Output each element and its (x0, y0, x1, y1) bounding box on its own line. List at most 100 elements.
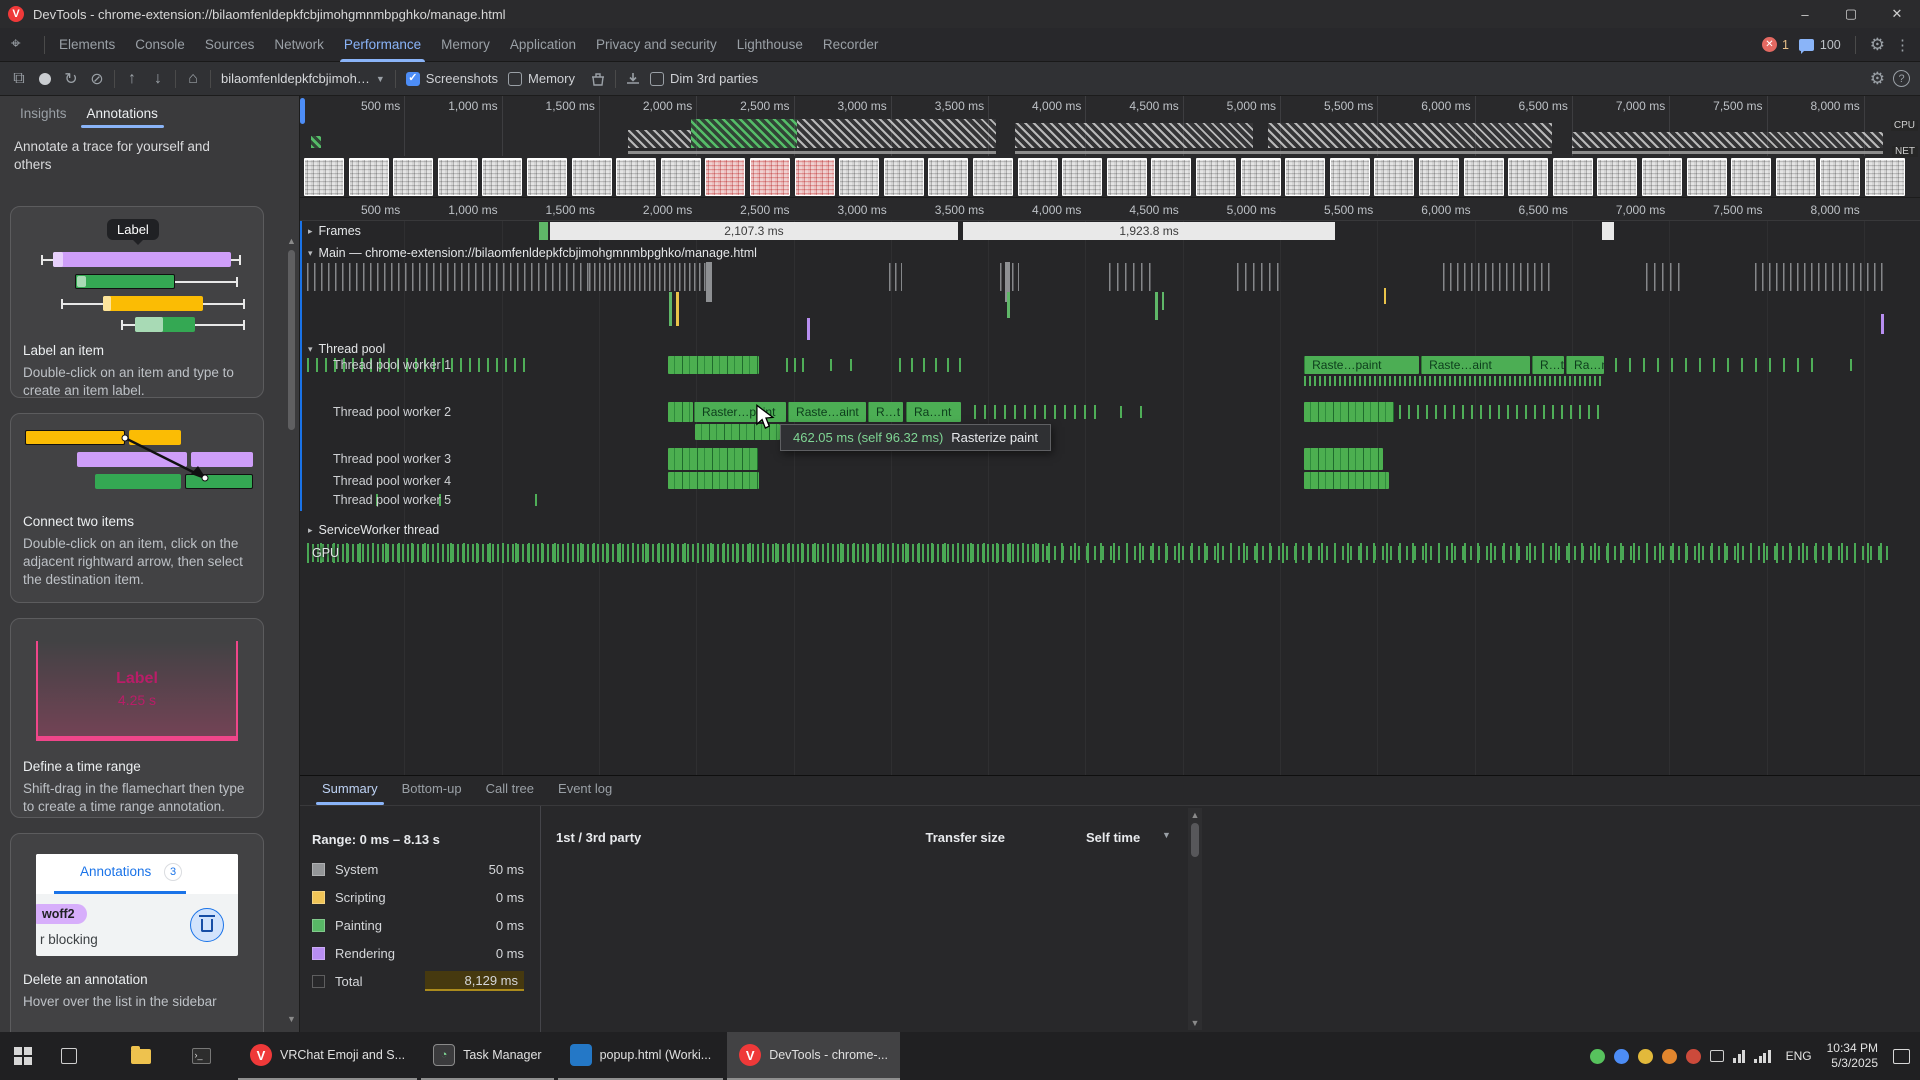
frame-duration-bar[interactable]: 1,923.8 ms (961, 222, 1335, 240)
screenshot-thumbnail[interactable] (884, 158, 924, 196)
screenshot-thumbnail[interactable] (1062, 158, 1102, 196)
worker-task-cluster[interactable] (1304, 448, 1383, 470)
tab-console[interactable]: Console (125, 28, 195, 62)
screenshot-thumbnail[interactable] (1196, 158, 1236, 196)
toggle-panel-icon[interactable]: ⧉ (6, 66, 32, 92)
clear-button[interactable]: ⊘ (84, 66, 110, 92)
screenshot-thumbnail[interactable] (1374, 158, 1414, 196)
scrollbar-thumb[interactable] (288, 250, 295, 430)
screenshot-thumbnail[interactable] (1597, 158, 1637, 196)
screenshot-thumbnail[interactable] (572, 158, 612, 196)
screenshot-thumbnail[interactable] (527, 158, 567, 196)
tab-insights[interactable]: Insights (12, 102, 75, 128)
screenshot-thumbnail[interactable] (1464, 158, 1504, 196)
taskbar-app-vscode[interactable]: popup.html (Worki... (558, 1032, 724, 1080)
taskbar-app-taskmgr[interactable]: ◔Task Manager (421, 1032, 554, 1080)
timeline-overview[interactable]: 500 ms1,000 ms1,500 ms2,000 ms2,500 ms3,… (300, 96, 1920, 198)
column-header-self-time[interactable]: Self time (1086, 830, 1140, 845)
scroll-down-icon[interactable]: ▼ (286, 1014, 297, 1024)
screenshot-filmstrip[interactable] (300, 156, 1920, 198)
worker-task-cluster[interactable] (668, 402, 693, 422)
frame-duration-bar[interactable] (1600, 222, 1614, 240)
load-profile-button[interactable]: ↑ (119, 66, 145, 92)
worker-task-cluster[interactable] (1304, 402, 1394, 422)
screenshot-thumbnail[interactable] (1820, 158, 1860, 196)
tab-lighthouse[interactable]: Lighthouse (727, 28, 813, 62)
tray-display-icon[interactable] (1710, 1050, 1724, 1062)
screenshots-checkbox[interactable]: Screenshots (406, 71, 498, 86)
screenshot-thumbnail[interactable] (1642, 158, 1682, 196)
screenshot-thumbnail[interactable] (795, 158, 835, 196)
details-tab-bottom-up[interactable]: Bottom-up (392, 776, 472, 805)
screenshot-thumbnail[interactable] (1508, 158, 1548, 196)
task-view-button[interactable] (46, 1032, 92, 1080)
screenshot-thumbnail[interactable] (1285, 158, 1325, 196)
notification-center-icon[interactable] (1893, 1049, 1910, 1064)
tray-icon-orange[interactable] (1662, 1049, 1677, 1064)
thread-pool-header[interactable]: ▾ Thread pool (308, 342, 385, 356)
main-thread-event[interactable] (1007, 292, 1010, 318)
worker-track[interactable]: Raste…paintRaste…aintR…tRa…ntThread pool… (300, 356, 1920, 396)
inspect-element-icon[interactable] (10, 35, 30, 55)
tab-performance[interactable]: Performance (334, 28, 431, 62)
main-thread-event[interactable] (669, 292, 672, 326)
gpu-track[interactable] (300, 541, 1920, 567)
start-button[interactable] (0, 1032, 46, 1080)
screenshot-thumbnail[interactable] (1553, 158, 1593, 196)
details-tab-call-tree[interactable]: Call tree (476, 776, 544, 805)
reload-and-record-button[interactable]: ↻ (58, 66, 84, 92)
screenshot-thumbnail[interactable] (928, 158, 968, 196)
tab-sources[interactable]: Sources (195, 28, 265, 62)
tray-icon-green[interactable] (1590, 1049, 1605, 1064)
scroll-up-icon[interactable]: ▲ (1188, 808, 1202, 820)
screenshot-thumbnail[interactable] (616, 158, 656, 196)
net-overview-strip[interactable] (300, 148, 1920, 156)
home-button[interactable]: ⌂ (180, 66, 206, 92)
main-thread-event[interactable] (1162, 292, 1164, 310)
error-badge-icon[interactable]: ✕ (1762, 37, 1777, 52)
screenshot-thumbnail[interactable] (1107, 158, 1147, 196)
capture-settings-gear-icon[interactable]: ⚙ (1870, 69, 1885, 89)
screenshot-thumbnail[interactable] (1241, 158, 1281, 196)
screenshot-thumbnail[interactable] (1687, 158, 1727, 196)
screenshot-thumbnail[interactable] (1865, 158, 1905, 196)
help-icon[interactable]: ? (1893, 70, 1910, 87)
tray-icon-blue[interactable] (1614, 1049, 1629, 1064)
tab-recorder[interactable]: Recorder (813, 28, 889, 62)
history-select[interactable]: bilaomfenldepkfcbjimoh… ▼ (215, 68, 391, 89)
worker-task-cluster[interactable] (1304, 472, 1389, 489)
minimize-button[interactable]: – (1782, 0, 1828, 28)
maximize-button[interactable]: ▢ (1828, 0, 1874, 28)
sort-caret-icon[interactable]: ▼ (1162, 830, 1171, 840)
screenshot-thumbnail[interactable] (750, 158, 790, 196)
scroll-down-icon[interactable]: ▼ (1188, 1018, 1202, 1028)
screenshot-thumbnail[interactable] (393, 158, 433, 196)
screenshot-thumbnail[interactable] (1419, 158, 1459, 196)
service-worker-header[interactable]: ▸ ServiceWorker thread (308, 523, 439, 537)
rasterize-paint-bar[interactable]: Ra…nt (1566, 356, 1604, 374)
scroll-up-icon[interactable]: ▲ (286, 236, 297, 246)
details-scrollbar[interactable]: ▲ ▼ (1188, 808, 1202, 1030)
screenshot-thumbnail[interactable] (1151, 158, 1191, 196)
more-options-icon[interactable]: ⋮ (1895, 36, 1910, 54)
taskbar-clock[interactable]: 10:34 PM 5/3/2025 (1827, 1041, 1878, 1071)
rasterize-paint-bar[interactable]: R…t (868, 402, 903, 422)
column-header-party[interactable]: 1st / 3rd party (556, 830, 641, 845)
rasterize-paint-bar[interactable]: R…t (1532, 356, 1564, 374)
screenshot-thumbnail[interactable] (661, 158, 701, 196)
memory-checkbox[interactable]: Memory (508, 71, 575, 86)
main-thread-task[interactable] (706, 262, 712, 302)
worker-task-cluster[interactable] (668, 356, 759, 374)
main-thread-event[interactable] (1881, 314, 1884, 334)
terminal-button[interactable]: ›_ (178, 1032, 224, 1080)
tab-application[interactable]: Application (500, 28, 586, 62)
close-button[interactable]: ✕ (1874, 0, 1920, 28)
details-tab-event-log[interactable]: Event log (548, 776, 622, 805)
dim-3rd-parties-checkbox[interactable]: Dim 3rd parties (650, 71, 758, 86)
screenshot-thumbnail[interactable] (973, 158, 1013, 196)
rasterize-paint-bar[interactable]: Raste…aint (1421, 356, 1530, 374)
rasterize-paint-bar[interactable]: Ra…nt (906, 402, 961, 422)
settings-gear-icon[interactable]: ⚙ (1870, 35, 1885, 55)
tab-privacy-and-security[interactable]: Privacy and security (586, 28, 727, 62)
worker-track[interactable]: Thread pool worker 5 (300, 493, 1920, 529)
